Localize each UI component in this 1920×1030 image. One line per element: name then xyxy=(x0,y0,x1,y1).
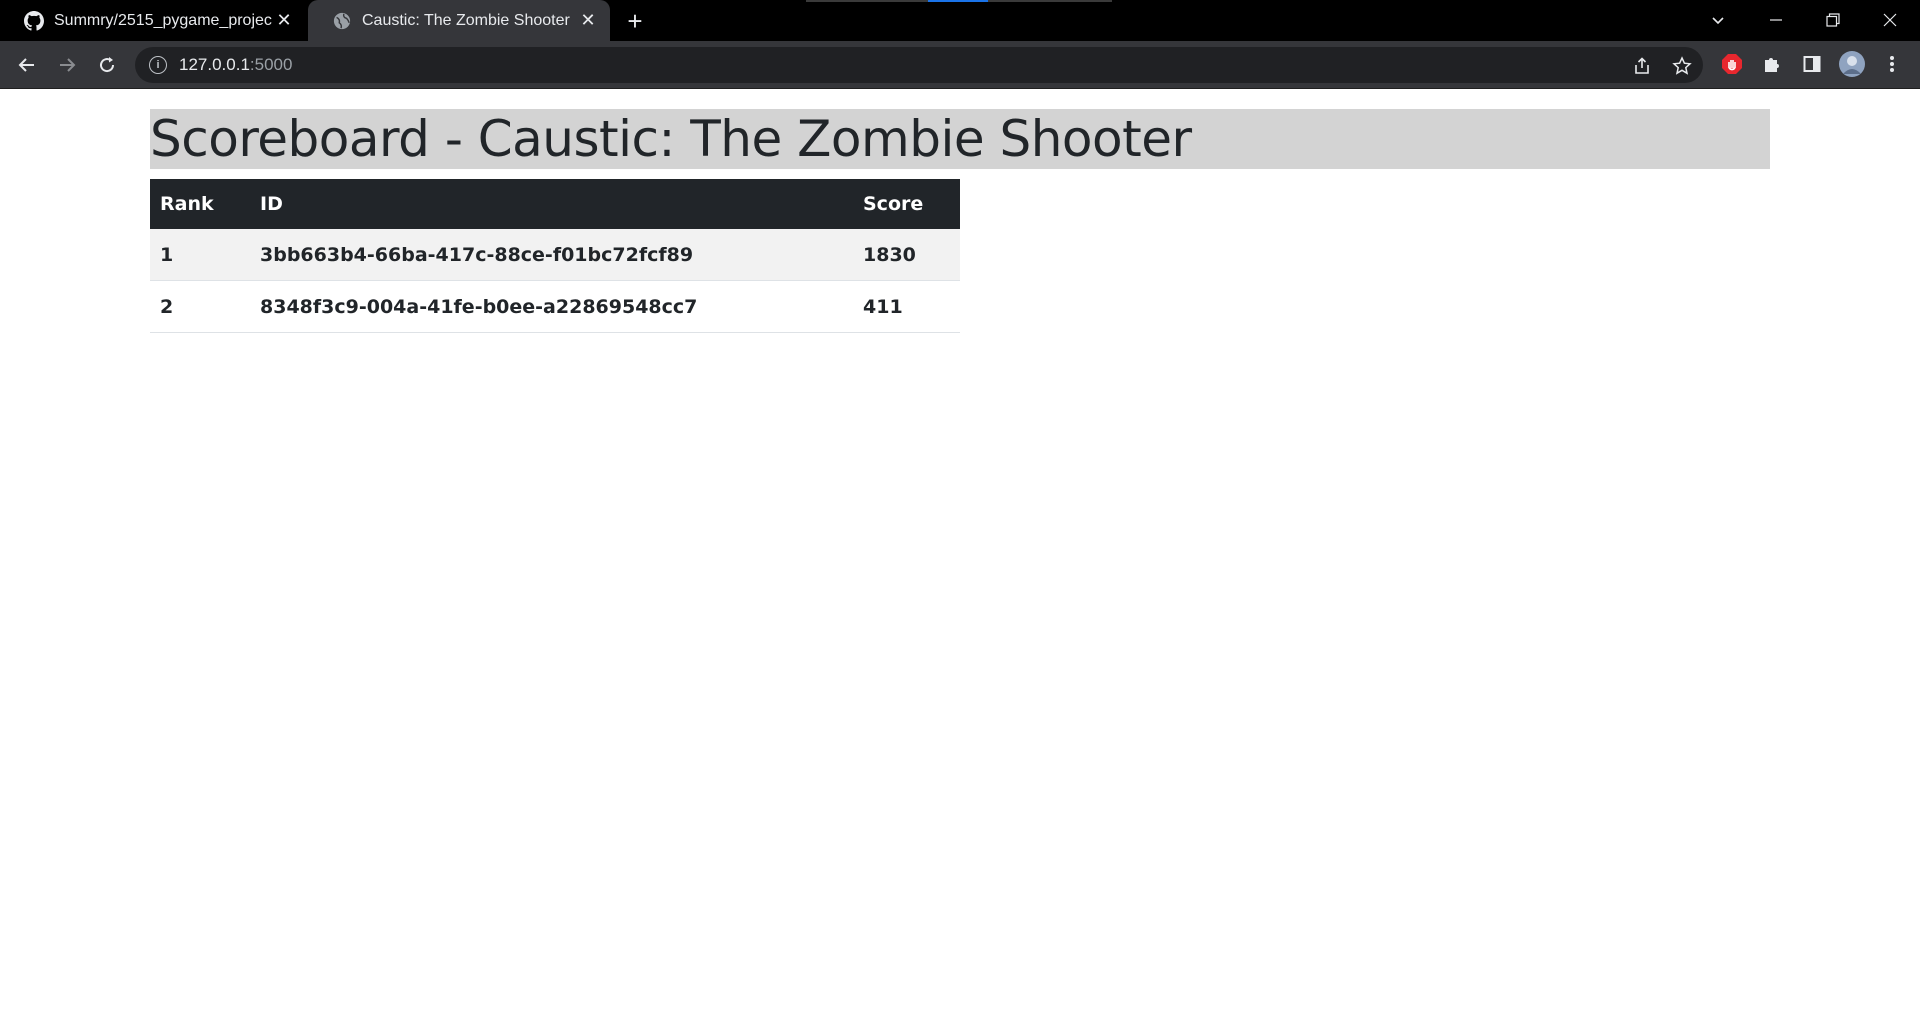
table-row: 1 3bb663b4-66ba-417c-88ce-f01bc72fcf89 1… xyxy=(150,229,960,281)
url-port: :5000 xyxy=(249,55,293,74)
tab-caustic[interactable]: Caustic: The Zombie Shooter ✕ xyxy=(308,0,610,41)
browser-titlebar: Summry/2515_pygame_project ✕ Caustic: Th… xyxy=(0,0,1920,41)
puzzle-extensions-icon[interactable] xyxy=(1757,49,1787,79)
reload-button[interactable] xyxy=(91,49,123,81)
column-header-id: ID xyxy=(260,193,283,215)
menu-kebab-icon[interactable] xyxy=(1877,49,1907,79)
close-tab-icon[interactable]: ✕ xyxy=(272,9,296,33)
reload-icon xyxy=(100,57,115,73)
tab-search-button[interactable] xyxy=(1690,0,1746,40)
back-button[interactable] xyxy=(11,49,43,81)
restore-button[interactable] xyxy=(1805,0,1861,40)
browser-toolbar: i 127.0.0.1:5000 xyxy=(0,41,1920,89)
url-host: 127.0.0.1 xyxy=(179,55,250,74)
bookmark-star-icon[interactable] xyxy=(1671,55,1693,77)
new-tab-button[interactable]: + xyxy=(620,6,650,36)
address-bar[interactable]: i 127.0.0.1:5000 xyxy=(135,47,1703,83)
close-tab-icon[interactable]: ✕ xyxy=(576,9,600,33)
id-cell: 8348f3c9-004a-41fe-b0ee-a22869548cc7 xyxy=(250,280,853,333)
arrow-left-icon xyxy=(18,58,34,72)
share-icon[interactable] xyxy=(1631,55,1653,77)
arrow-right-icon xyxy=(60,58,76,72)
page-content: Scoreboard - Caustic: The Zombie Shooter… xyxy=(0,89,1920,1030)
score-cell: 411 xyxy=(853,280,960,333)
info-icon[interactable]: i xyxy=(149,56,167,74)
column-header-score: Score xyxy=(863,193,924,215)
id-cell: 3bb663b4-66ba-417c-88ce-f01bc72fcf89 xyxy=(250,229,853,281)
github-icon xyxy=(24,10,44,31)
side-panel-icon[interactable] xyxy=(1797,49,1827,79)
restore-icon xyxy=(1826,13,1840,27)
tab-github[interactable]: Summry/2515_pygame_project ✕ xyxy=(0,0,306,41)
adblock-extension-icon[interactable] xyxy=(1717,49,1747,79)
table-row: 2 8348f3c9-004a-41fe-b0ee-a22869548cc7 4… xyxy=(150,280,960,333)
close-window-button[interactable] xyxy=(1862,0,1918,40)
chevron-down-icon xyxy=(1712,17,1724,25)
scoreboard-table: Rank ID Score 1 3bb663b4-66ba-417c-88ce-… xyxy=(150,179,960,333)
table-header-row: Rank ID Score xyxy=(150,179,960,229)
minimize-icon xyxy=(1770,19,1782,21)
page-title: Scoreboard - Caustic: The Zombie Shooter xyxy=(150,109,1770,169)
globe-icon xyxy=(332,11,352,31)
column-header-rank: Rank xyxy=(160,193,214,215)
tab-title: Caustic: The Zombie Shooter xyxy=(362,11,570,29)
loading-strip xyxy=(806,0,1112,2)
score-cell: 1830 xyxy=(853,229,960,281)
rank-cell: 1 xyxy=(150,229,250,281)
minimize-button[interactable] xyxy=(1748,0,1804,40)
rank-cell: 2 xyxy=(150,280,250,333)
close-icon xyxy=(1883,13,1897,27)
tab-title: Summry/2515_pygame_project xyxy=(54,11,272,29)
profile-avatar[interactable] xyxy=(1837,49,1867,79)
forward-button[interactable] xyxy=(51,49,83,81)
